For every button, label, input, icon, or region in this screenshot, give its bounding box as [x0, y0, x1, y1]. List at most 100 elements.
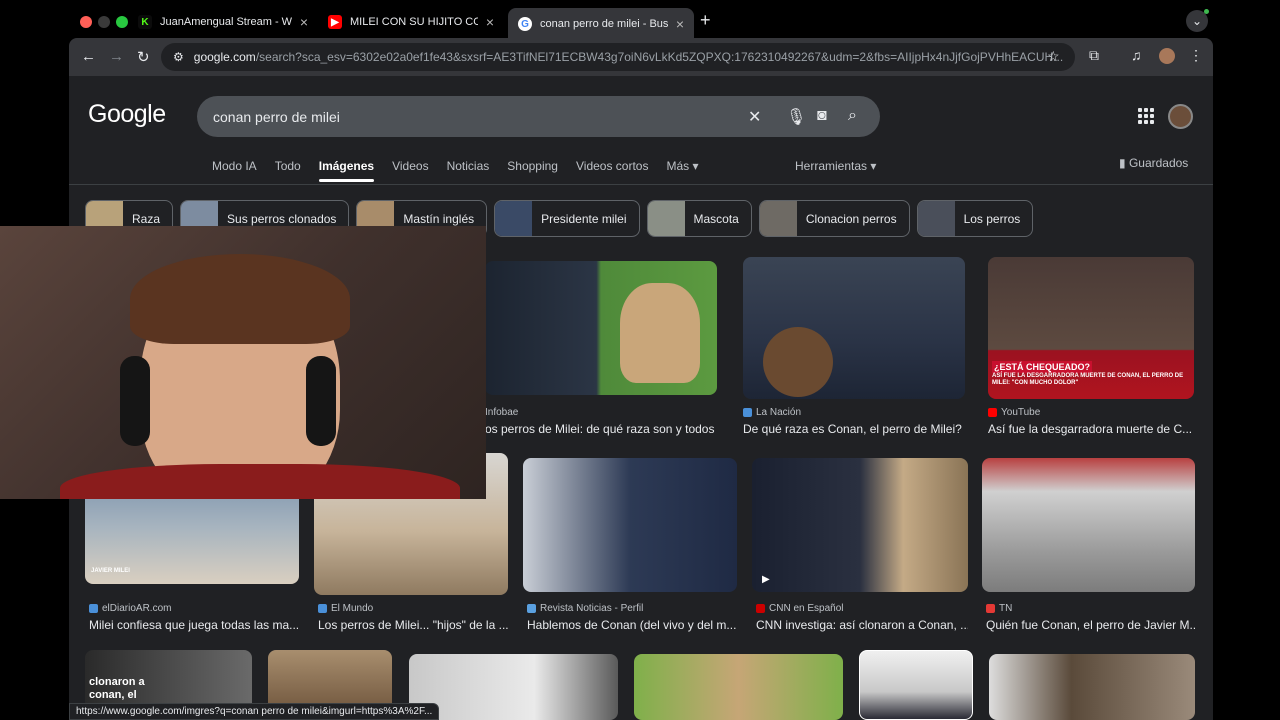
new-tab-button[interactable]: + [700, 10, 711, 31]
result-image[interactable] [485, 261, 717, 395]
profile-avatar[interactable] [1159, 48, 1175, 64]
result-source[interactable]: CNN en Español [756, 603, 843, 614]
tab-youtube[interactable]: ▶ MILEI CON SU HIJITO CO × [318, 8, 504, 36]
google-logo[interactable]: Google [88, 100, 166, 129]
google-apps-icon[interactable] [1138, 108, 1154, 124]
close-tab-icon[interactable]: × [486, 14, 494, 30]
chip-thumbnail [759, 201, 797, 236]
tab-videos-cortos[interactable]: Videos cortos [576, 159, 649, 173]
media-controls-icon[interactable]: ♫ [1131, 47, 1142, 63]
clear-icon[interactable]: ✕ [748, 107, 761, 127]
account-avatar[interactable] [1168, 104, 1193, 129]
chip-label: Raza [132, 211, 161, 226]
lanacion-favicon [743, 408, 752, 417]
result-caption[interactable]: Los perros de Milei... "hijos" de la ... [318, 618, 508, 632]
result-source[interactable]: TN [986, 603, 1012, 614]
reload-button[interactable]: ↻ [137, 48, 150, 66]
result-caption[interactable]: De qué raza es Conan, el perro de Milei?… [743, 422, 965, 436]
chip-thumbnail [647, 201, 685, 236]
tab-videos[interactable]: Videos [392, 159, 428, 173]
result-source[interactable]: Revista Noticias - Perfil [527, 603, 643, 614]
play-icon: ▶ [762, 574, 770, 585]
source-name: Revista Noticias - Perfil [540, 603, 644, 614]
image-result[interactable]: TN Quién fue Conan, el perro de Javier M… [982, 458, 1195, 634]
camera-lens-icon[interactable]: ◙ [817, 107, 827, 125]
chip-mascota[interactable]: Mascota [646, 200, 752, 237]
chrome-menu-icon[interactable]: ⋮ [1189, 47, 1203, 64]
result-image[interactable] [982, 458, 1195, 592]
extensions-icon[interactable]: ⧉ [1089, 47, 1099, 64]
back-button[interactable]: ← [81, 48, 96, 65]
result-image[interactable]: ▶ [752, 458, 968, 592]
result-caption[interactable]: Milei confiesa que juega todas las ma... [89, 618, 299, 632]
forward-button[interactable]: → [109, 48, 124, 65]
youtube-icon: ▶ [328, 15, 342, 29]
chip-presidente-milei[interactable]: Presidente milei [494, 200, 640, 237]
image-result[interactable]: Revista Noticias - Perfil Hablemos de Co… [523, 458, 737, 634]
result-image[interactable]: ¿ESTÁ CHEQUEADO? ASÍ FUE LA DESGARRADORA… [988, 257, 1194, 399]
chip-label: Presidente milei [541, 211, 627, 226]
search-box[interactable]: conan perro de milei ✕ 🎙 ◙ ⌕ [197, 96, 880, 137]
image-result[interactable]: La Nación De qué raza es Conan, el perro… [743, 257, 965, 441]
tab-google-search[interactable]: G conan perro de milei - Buscar × [508, 8, 694, 40]
webcam-overlay [0, 226, 486, 499]
streamer-shirt [60, 464, 460, 499]
bookmark-star-icon[interactable]: ☆ [1047, 48, 1060, 65]
tools-button[interactable]: Herramientas ▾ [795, 159, 876, 173]
tab-noticias[interactable]: Noticias [447, 159, 490, 173]
result-image[interactable] [523, 458, 737, 592]
saved-button[interactable]: ▮ Guardados [1119, 156, 1188, 170]
result-caption[interactable]: Quién fue Conan, el perro de Javier M... [986, 618, 1195, 632]
chip-los-perros[interactable]: Los perros [916, 200, 1034, 237]
tab-mas[interactable]: Más ▾ [666, 159, 698, 173]
search-input[interactable]: conan perro de milei [213, 109, 340, 125]
site-info-icon[interactable]: ⚙ [173, 50, 184, 64]
bookmark-icon: ▮ [1119, 156, 1129, 170]
tab-todo[interactable]: Todo [275, 159, 301, 173]
image-result[interactable] [859, 650, 973, 720]
result-image[interactable] [634, 654, 843, 720]
microphone-icon[interactable]: 🎙 [786, 107, 806, 127]
elmundo-favicon [318, 604, 327, 613]
result-caption[interactable]: os perros de Milei: de qué raza son y to… [485, 422, 717, 436]
chip-thumbnail [917, 201, 955, 236]
minimize-window-button[interactable] [98, 16, 110, 28]
result-source[interactable]: Infobae [485, 407, 518, 418]
image-result[interactable] [634, 654, 843, 720]
image-result[interactable]: Infobae os perros de Milei: de qué raza … [485, 261, 717, 441]
result-caption[interactable]: CNN investiga: así clonaron a Conan, ... [756, 618, 968, 632]
result-source[interactable]: La Nación [743, 407, 801, 418]
tab-imagenes[interactable]: Imágenes [318, 159, 375, 182]
image-result[interactable] [989, 654, 1195, 720]
image-result[interactable]: ¿ESTÁ CHEQUEADO? ASÍ FUE LA DESGARRADORA… [988, 257, 1194, 441]
maximize-window-button[interactable] [116, 16, 128, 28]
tab-title: JuanAmengual Stream - Wat [160, 16, 292, 28]
tab-kick[interactable]: K JuanAmengual Stream - Wat × [128, 8, 318, 36]
notification-dot [1204, 9, 1209, 14]
close-tab-icon[interactable]: × [676, 16, 684, 32]
result-image[interactable] [743, 257, 965, 399]
browser-toolbar: ← → ↻ ⚙ google.com/search?sca_esv=6302e0… [69, 38, 1213, 76]
result-image[interactable] [409, 654, 618, 720]
source-name: CNN en Español [769, 603, 844, 614]
tab-modo-ia[interactable]: Modo IA [212, 159, 257, 173]
close-window-button[interactable] [80, 16, 92, 28]
search-icon[interactable]: ⌕ [848, 107, 857, 125]
address-bar[interactable]: ⚙ google.com/search?sca_esv=6302e02a0ef1… [161, 43, 1075, 71]
image-result[interactable]: ▶ CNN en Español CNN investiga: así clon… [752, 458, 968, 634]
lower-third-label: JAVIER MILEI [91, 568, 130, 574]
result-image[interactable] [859, 650, 973, 720]
image-result[interactable] [409, 654, 618, 720]
close-tab-icon[interactable]: × [300, 14, 308, 30]
chip-clonacion-perros[interactable]: Clonacion perros [758, 200, 910, 237]
result-caption[interactable]: Hablemos de Conan (del vivo y del m... [527, 618, 737, 632]
result-source[interactable]: El Mundo [318, 603, 373, 614]
result-image[interactable] [989, 654, 1195, 720]
source-name: El Mundo [331, 603, 374, 614]
chip-label: Mastín inglés [403, 211, 475, 226]
result-source[interactable]: elDiarioAR.com [89, 603, 171, 614]
result-caption[interactable]: Así fue la desgarradora muerte de C... [988, 422, 1194, 436]
tab-shopping[interactable]: Shopping [507, 159, 558, 173]
chequeado-banner: ¿ESTÁ CHEQUEADO? [992, 361, 1093, 373]
result-source[interactable]: YouTube [988, 407, 1040, 418]
